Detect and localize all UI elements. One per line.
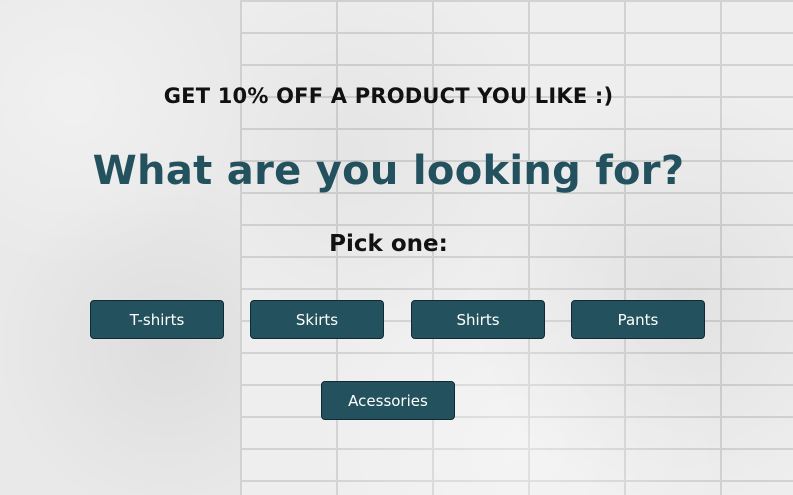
category-button-skirts[interactable]: Skirts — [250, 300, 384, 339]
category-button-tshirts[interactable]: T-shirts — [90, 300, 224, 339]
category-picker: GET 10% OFF A PRODUCT YOU LIKE :) What a… — [0, 0, 793, 495]
category-button-pants[interactable]: Pants — [571, 300, 705, 339]
page-title: What are you looking for? — [92, 148, 685, 194]
category-button-accessories[interactable]: Acessories — [321, 381, 455, 420]
promo-text: GET 10% OFF A PRODUCT YOU LIKE :) — [163, 84, 614, 108]
pick-prompt: Pick one: — [329, 231, 448, 257]
category-button-shirts[interactable]: Shirts — [411, 300, 545, 339]
